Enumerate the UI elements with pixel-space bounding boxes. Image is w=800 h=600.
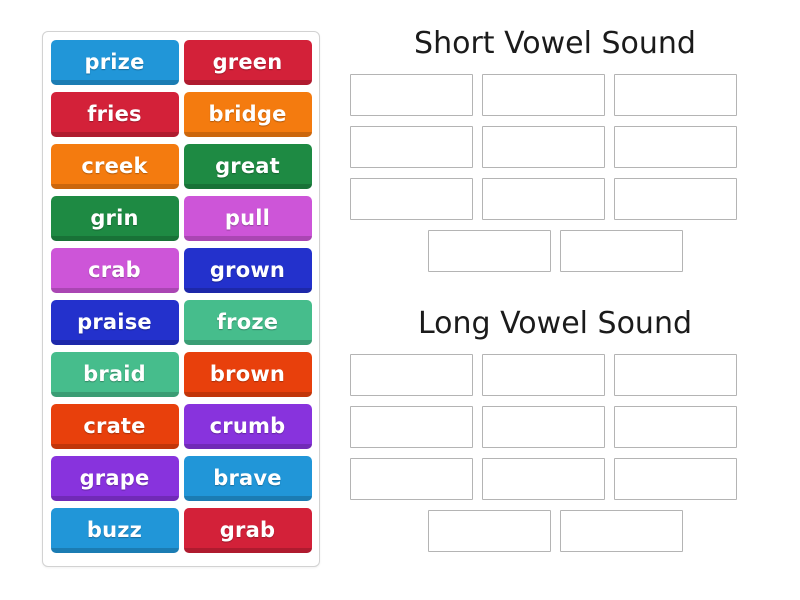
drop-slot[interactable]: [482, 457, 605, 500]
word-tile[interactable]: froze: [183, 300, 312, 345]
word-tile[interactable]: braid: [50, 352, 179, 397]
slot-row: [350, 353, 760, 396]
word-tile-label: pull: [224, 206, 271, 230]
group-sort-activity: prize green fries bridge creek great grin pull c…: [0, 0, 800, 600]
slot-row: [350, 177, 760, 220]
word-tile[interactable]: praise: [50, 300, 179, 345]
slot-row: [350, 125, 760, 168]
slot-row: [350, 73, 760, 116]
word-tile[interactable]: creek: [50, 144, 179, 189]
drop-slot[interactable]: [482, 125, 605, 168]
word-tile-label: crab: [88, 258, 141, 282]
word-tile-label: buzz: [86, 518, 143, 542]
word-tiles-panel: prize green fries bridge creek great grin pull c…: [42, 31, 320, 567]
word-tile-label: fries: [87, 102, 142, 126]
word-tile[interactable]: crumb: [183, 404, 312, 449]
drop-slot[interactable]: [427, 229, 551, 272]
slot-rows-long-vowel-sound: [350, 353, 760, 552]
word-tile-label: crate: [83, 414, 146, 438]
drop-slot[interactable]: [350, 457, 473, 500]
word-tile-label: prize: [84, 50, 145, 74]
drop-slot[interactable]: [614, 353, 737, 396]
slot-row: [350, 457, 760, 500]
word-tile-label: brown: [209, 362, 286, 386]
drop-slot[interactable]: [350, 353, 473, 396]
word-tile-label: great: [215, 154, 280, 178]
word-tile-label: grape: [79, 466, 150, 490]
drop-slot[interactable]: [350, 177, 473, 220]
drop-slot[interactable]: [559, 509, 683, 552]
word-tiles-grid: prize green fries bridge creek great grin pull c…: [49, 40, 313, 553]
word-tile[interactable]: grab: [183, 508, 312, 553]
slot-row: [350, 405, 760, 448]
drop-slot[interactable]: [482, 73, 605, 116]
drop-slot[interactable]: [427, 509, 551, 552]
word-tile-label: crumb: [209, 414, 286, 438]
word-tile[interactable]: great: [183, 144, 312, 189]
drop-slot[interactable]: [350, 125, 473, 168]
drop-slot[interactable]: [482, 353, 605, 396]
word-tile-label: brave: [213, 466, 282, 490]
drop-slot[interactable]: [482, 177, 605, 220]
slot-row: [350, 229, 760, 272]
word-tile[interactable]: crab: [50, 248, 179, 293]
drop-slot[interactable]: [614, 73, 737, 116]
word-tile-label: green: [212, 50, 283, 74]
word-tile-label: grown: [209, 258, 286, 282]
drop-slot[interactable]: [614, 125, 737, 168]
drop-slot[interactable]: [482, 405, 605, 448]
word-tile[interactable]: prize: [50, 40, 179, 85]
word-tile[interactable]: grown: [183, 248, 312, 293]
word-tile[interactable]: buzz: [50, 508, 179, 553]
word-tile-label: grin: [90, 206, 139, 230]
word-tile-label: braid: [83, 362, 146, 386]
group-long-vowel-sound: Long Vowel Sound: [350, 308, 760, 552]
word-tile[interactable]: brown: [183, 352, 312, 397]
word-tile[interactable]: crate: [50, 404, 179, 449]
slot-row: [350, 509, 760, 552]
group-title-long-vowel-sound: Long Vowel Sound: [417, 306, 692, 341]
drop-slot[interactable]: [614, 177, 737, 220]
word-tile[interactable]: pull: [183, 196, 312, 241]
word-tile[interactable]: brave: [183, 456, 312, 501]
word-tile-label: grab: [219, 518, 276, 542]
word-tile[interactable]: grape: [50, 456, 179, 501]
drop-slot[interactable]: [350, 405, 473, 448]
drop-slot[interactable]: [614, 457, 737, 500]
drop-slot[interactable]: [350, 73, 473, 116]
word-tile[interactable]: green: [183, 40, 312, 85]
slot-rows-short-vowel-sound: [350, 73, 760, 272]
group-short-vowel-sound: Short Vowel Sound: [350, 28, 760, 272]
group-title-short-vowel-sound: Short Vowel Sound: [414, 26, 696, 61]
drop-slot[interactable]: [614, 405, 737, 448]
word-tile[interactable]: bridge: [183, 92, 312, 137]
word-tile[interactable]: grin: [50, 196, 179, 241]
word-tile[interactable]: fries: [50, 92, 179, 137]
drop-slot[interactable]: [559, 229, 683, 272]
word-tile-label: creek: [81, 154, 148, 178]
word-tile-label: froze: [216, 310, 279, 334]
word-tile-label: praise: [77, 310, 152, 334]
word-tile-label: bridge: [208, 102, 287, 126]
